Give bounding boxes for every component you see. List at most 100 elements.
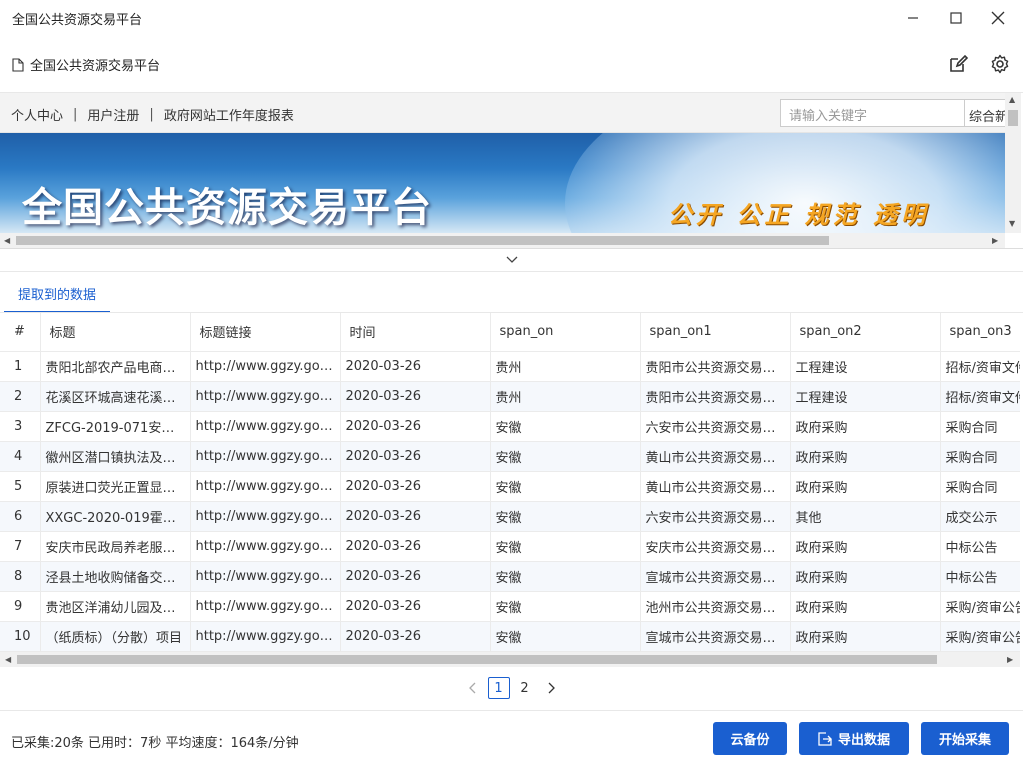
next-page-button[interactable]: [540, 677, 562, 699]
column-header[interactable]: 标题链接: [190, 313, 341, 352]
table-cell[interactable]: 2020-03-26: [340, 381, 491, 412]
site-search-input[interactable]: 请输入关键字: [780, 99, 965, 127]
table-cell[interactable]: http://www.ggzy.gov.cn/: [190, 591, 341, 622]
table-cell[interactable]: 政府采购: [790, 591, 941, 622]
table-cell[interactable]: 成交公示: [940, 501, 1020, 532]
table-cell[interactable]: 花溪区环城高速花溪段项目: [40, 381, 191, 412]
table-cell[interactable]: （纸质标）（分散）项目: [40, 621, 191, 652]
table-cell[interactable]: 2020-03-26: [340, 591, 491, 622]
table-cell[interactable]: 8: [0, 561, 41, 592]
table-cell[interactable]: 安徽: [490, 531, 641, 562]
table-cell[interactable]: 黄山市公共资源交易中心: [640, 441, 791, 472]
table-cell[interactable]: 采购合同: [940, 411, 1020, 442]
table-cell[interactable]: http://www.ggzy.gov.cn/: [190, 501, 341, 532]
table-cell[interactable]: 贵州: [490, 381, 641, 412]
page-button-1[interactable]: 1: [487, 677, 510, 699]
table-cell[interactable]: 安徽: [490, 411, 641, 442]
table-cell[interactable]: 5: [0, 471, 41, 502]
table-cell[interactable]: 中标公告: [940, 561, 1020, 592]
scroll-left-icon[interactable]: ◀: [5, 655, 11, 664]
table-cell[interactable]: 采购/资审公告: [940, 621, 1020, 652]
table-cell[interactable]: 工程建设: [790, 351, 941, 382]
table-cell[interactable]: 中标公告: [940, 531, 1020, 562]
table-row[interactable]: 3ZFCG-2019-071安徽省项目http://www.ggzy.gov.c…: [0, 411, 1020, 442]
column-header[interactable]: span_on2: [790, 313, 941, 352]
table-cell[interactable]: 2020-03-26: [340, 501, 491, 532]
table-cell[interactable]: 采购合同: [940, 441, 1020, 472]
table-cell[interactable]: 2020-03-26: [340, 411, 491, 442]
table-cell[interactable]: 采购/资审公告: [940, 591, 1020, 622]
tab-extracted-data[interactable]: 提取到的数据: [4, 284, 111, 313]
table-cell[interactable]: 1: [0, 351, 41, 382]
table-cell[interactable]: 2: [0, 381, 41, 412]
table-cell[interactable]: 安徽: [490, 441, 641, 472]
settings-button[interactable]: [988, 52, 1012, 76]
table-cell[interactable]: 贵阳市公共资源交易中心: [640, 351, 791, 382]
table-cell[interactable]: ZFCG-2019-071安徽省项目: [40, 411, 191, 442]
chevron-down-icon[interactable]: [506, 256, 518, 264]
table-cell[interactable]: http://www.ggzy.gov.cn/: [190, 441, 341, 472]
table-cell[interactable]: 安徽: [490, 621, 641, 652]
collapse-toggle[interactable]: [0, 249, 1023, 272]
table-cell[interactable]: 泾县土地收购储备交易项目: [40, 561, 191, 592]
table-row[interactable]: 4 徽州区潜口镇执法及项目 http://www.ggzy.gov.cn/2020-…: [0, 441, 1020, 472]
table-cell[interactable]: 贵州: [490, 351, 641, 382]
scroll-left-icon[interactable]: ◀: [4, 236, 10, 245]
table-cell[interactable]: 六安市公共资源交易中心: [640, 501, 791, 532]
table-cell[interactable]: 9: [0, 591, 41, 622]
table-cell[interactable]: 安徽: [490, 471, 641, 502]
table-row[interactable]: 7 安庆市民政局养老服务项目 http://www.ggzy.gov.cn/2020…: [0, 531, 1020, 562]
table-cell[interactable]: http://www.ggzy.gov.cn/: [190, 561, 341, 592]
table-cell[interactable]: 政府采购: [790, 621, 941, 652]
table-row[interactable]: 8 泾县土地收购储备交易项目 http://www.ggzy.gov.cn/2020…: [0, 561, 1020, 592]
table-cell[interactable]: 六安市公共资源交易中心: [640, 411, 791, 442]
table-cell[interactable]: 安徽: [490, 591, 641, 622]
nav-annual-report[interactable]: 政府网站工作年度报表: [164, 105, 294, 124]
table-cell[interactable]: http://www.ggzy.gov.cn/: [190, 621, 341, 652]
table-cell[interactable]: http://www.ggzy.gov.cn/: [190, 471, 341, 502]
table-cell[interactable]: 贵阳北部农产品电商物流园项目: [40, 351, 191, 382]
table-horizontal-scrollbar[interactable]: ◀ ▶: [0, 652, 1020, 667]
table-cell[interactable]: 其他: [790, 501, 941, 532]
table-cell[interactable]: 2020-03-26: [340, 531, 491, 562]
scroll-down-icon[interactable]: ▼: [1009, 219, 1015, 228]
table-cell[interactable]: 4: [0, 441, 41, 472]
table-cell[interactable]: 采购合同: [940, 471, 1020, 502]
table-cell[interactable]: 2020-03-26: [340, 471, 491, 502]
table-cell[interactable]: 宣城市公共资源交易中心: [640, 621, 791, 652]
table-cell[interactable]: http://www.ggzy.gov.cn/: [190, 531, 341, 562]
table-row[interactable]: 9 贵池区洋浦幼儿园及项目 http://www.ggzy.gov.cn/2020-…: [0, 591, 1020, 622]
table-cell[interactable]: 原装进口荧光正置显微镜: [40, 471, 191, 502]
export-data-button[interactable]: 导出数据: [799, 722, 909, 755]
table-row[interactable]: 6XXGC-2020-019霍山县项目http://www.ggzy.gov.c…: [0, 501, 1020, 532]
edit-button[interactable]: [946, 52, 970, 76]
scroll-thumb[interactable]: [17, 655, 937, 664]
table-cell[interactable]: 贵阳市公共资源交易中心: [640, 381, 791, 412]
prev-page-button[interactable]: [462, 677, 484, 699]
table-cell[interactable]: 池州市公共资源交易中心: [640, 591, 791, 622]
minimize-button[interactable]: [900, 5, 926, 31]
scroll-thumb[interactable]: [16, 236, 829, 245]
table-cell[interactable]: 10: [0, 621, 41, 652]
table-cell[interactable]: http://www.ggzy.gov.cn/: [190, 381, 341, 412]
table-cell[interactable]: 招标/资审文件: [940, 381, 1020, 412]
column-header[interactable]: span_on3: [940, 313, 1020, 352]
table-cell[interactable]: 政府采购: [790, 471, 941, 502]
table-row[interactable]: 10 （纸质标）（分散）项目 http://www.ggzy.gov.cn/2020…: [0, 621, 1020, 652]
table-cell[interactable]: 安徽: [490, 561, 641, 592]
table-cell[interactable]: 工程建设: [790, 381, 941, 412]
column-header[interactable]: 标题: [40, 313, 191, 352]
scroll-thumb[interactable]: [1008, 110, 1018, 126]
table-cell[interactable]: 2020-03-26: [340, 561, 491, 592]
table-cell[interactable]: 7: [0, 531, 41, 562]
table-row[interactable]: 1贵阳北部农产品电商物流园项目http://www.ggzy.gov.cn/20…: [0, 351, 1020, 382]
preview-horizontal-scrollbar[interactable]: ◀ ▶: [0, 233, 1005, 248]
table-cell[interactable]: 徽州区潜口镇执法及项目: [40, 441, 191, 472]
table-cell[interactable]: 2020-03-26: [340, 351, 491, 382]
table-cell[interactable]: 宣城市公共资源交易中心: [640, 561, 791, 592]
scroll-up-icon[interactable]: ▲: [1009, 95, 1015, 104]
table-cell[interactable]: XXGC-2020-019霍山县项目: [40, 501, 191, 532]
preview-vertical-scrollbar[interactable]: ▲ ▼: [1005, 93, 1021, 233]
table-cell[interactable]: 安庆市公共资源交易中心: [640, 531, 791, 562]
scroll-right-icon[interactable]: ▶: [992, 236, 998, 245]
